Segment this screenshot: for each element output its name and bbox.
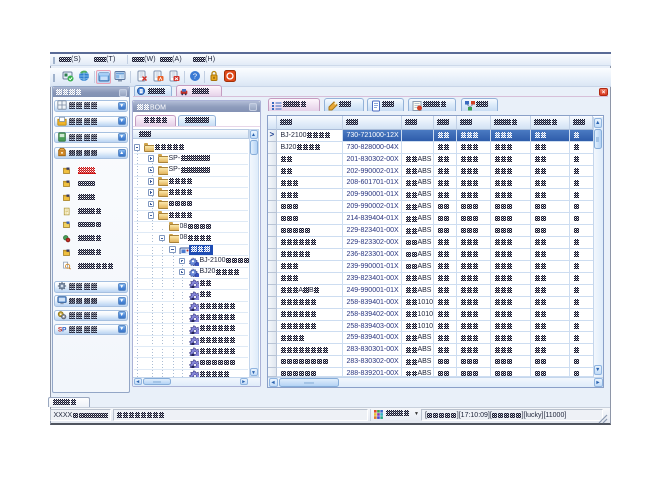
svg-text:?: ? [192,72,196,81]
svg-text:P: P [62,326,67,333]
